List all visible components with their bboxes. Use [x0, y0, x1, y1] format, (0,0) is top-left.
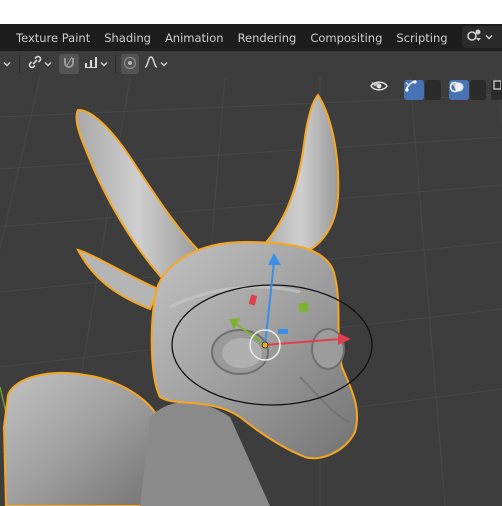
toolbar-divider	[19, 55, 20, 73]
pivot-point-dropdown[interactable]	[26, 54, 54, 74]
chevron-down-icon	[159, 59, 169, 69]
snap-magnet-icon	[61, 54, 77, 74]
snap-increment-icon	[83, 54, 99, 74]
gizmo-dropdown[interactable]	[405, 80, 441, 100]
chevron-down-icon	[484, 32, 494, 42]
creature-right-ear	[260, 93, 340, 259]
tab-animation[interactable]: Animation	[158, 24, 231, 51]
3d-viewport[interactable]	[0, 77, 502, 506]
proportional-edit-icon	[123, 55, 137, 74]
gizmo-toggle[interactable]	[404, 79, 441, 101]
falloff-dropdown[interactable]	[142, 54, 170, 74]
scene-selector[interactable]	[462, 26, 502, 48]
viewport-header-toolbar	[0, 51, 502, 77]
proportional-edit-toggle[interactable]	[121, 54, 139, 74]
falloff-curve-icon	[143, 54, 159, 74]
tab-rendering[interactable]: Rendering	[231, 24, 304, 51]
chevron-down-icon	[99, 59, 109, 69]
overlay-dropdown[interactable]	[450, 80, 486, 100]
chevron-down-icon[interactable]	[0, 54, 14, 74]
creature-body	[2, 372, 160, 506]
workspace-tab-bar: Texture Paint Shading Animation Renderin…	[0, 24, 502, 51]
overlay-toggle[interactable]	[449, 79, 486, 101]
tab-shading[interactable]: Shading	[97, 24, 158, 51]
snap-toggle[interactable]	[59, 54, 79, 74]
tab-texture-paint[interactable]: Texture Paint	[0, 24, 97, 51]
xray-toggle[interactable]	[491, 79, 502, 101]
toolbar-divider	[115, 55, 116, 73]
tab-scripting[interactable]: Scripting	[389, 24, 454, 51]
viewport-canvas	[0, 77, 502, 506]
snap-target-dropdown[interactable]	[82, 54, 110, 74]
scene-icon	[466, 27, 484, 47]
link-icon	[27, 54, 43, 74]
tab-compositing[interactable]: Compositing	[303, 24, 389, 51]
visibility-dropdown[interactable]	[370, 79, 400, 101]
chevron-down-icon	[43, 59, 53, 69]
